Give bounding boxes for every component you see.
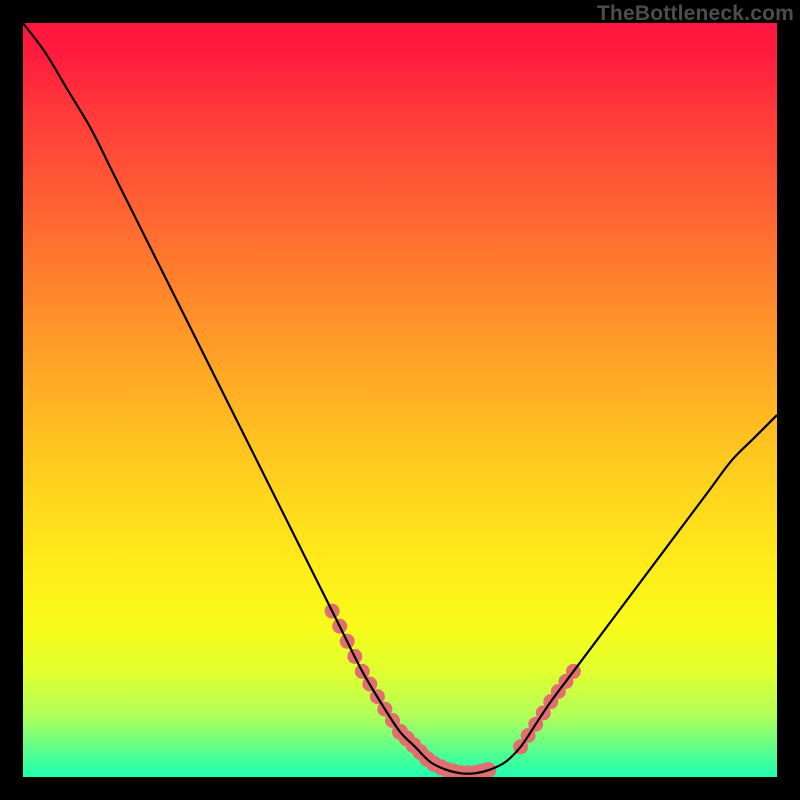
watermark-text: TheBottleneck.com (597, 2, 794, 26)
plot-area (23, 23, 777, 777)
marker-blobs (325, 604, 581, 777)
bottleneck-curve-svg (23, 23, 777, 777)
chart-frame: TheBottleneck.com (0, 0, 800, 800)
bottleneck-curve-path (23, 23, 777, 774)
